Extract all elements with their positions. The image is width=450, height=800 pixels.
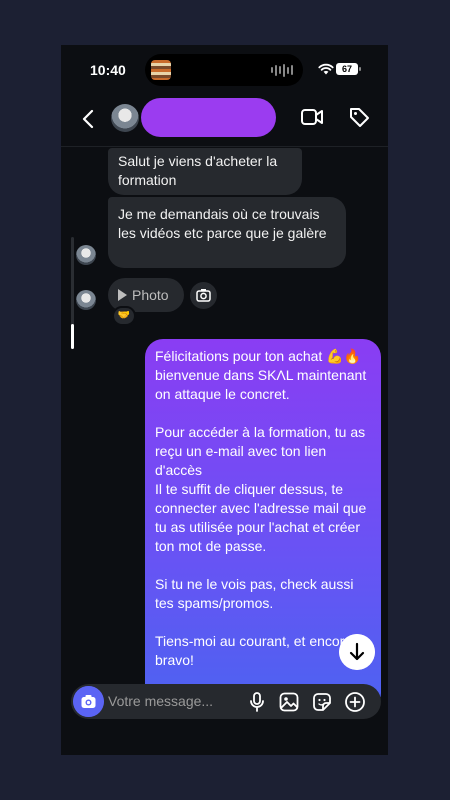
incoming-message[interactable]: Salut je viens d'acheter la formation <box>108 148 302 195</box>
chat-header <box>61 95 388 147</box>
video-camera-icon[interactable] <box>300 106 324 128</box>
incoming-message[interactable]: Je me demandais où ce trouvais les vidéo… <box>108 197 346 268</box>
contact-name-redacted[interactable] <box>141 98 276 137</box>
arrow-down-icon[interactable] <box>339 634 375 670</box>
message-input[interactable] <box>108 690 238 712</box>
scroll-thumb[interactable] <box>71 324 74 349</box>
dynamic-island[interactable] <box>145 54 303 86</box>
photo-label: Photo <box>132 287 169 303</box>
message-paragraph: Pour accéder à la formation, tu as reçu … <box>155 424 367 554</box>
chevron-left-icon[interactable] <box>79 107 99 131</box>
sender-avatar <box>76 245 96 265</box>
camera-icon[interactable] <box>190 282 217 309</box>
sticker-icon[interactable] <box>311 691 333 713</box>
battery-indicator: 67 <box>336 63 358 75</box>
wifi-icon <box>318 63 334 75</box>
status-time: 10:40 <box>90 62 126 78</box>
sender-avatar <box>76 290 96 310</box>
contact-avatar[interactable] <box>111 104 139 132</box>
tag-icon[interactable] <box>348 106 370 128</box>
battery-tip <box>359 67 361 71</box>
microphone-icon[interactable] <box>246 691 268 713</box>
camera-icon[interactable] <box>73 686 104 717</box>
phone-screen: 10:40 67 Salut je viens d'acheter la for… <box>61 45 388 755</box>
message-paragraph: Si tu ne le vois pas, check aussi tes sp… <box>155 576 354 611</box>
now-playing-artwork <box>151 60 171 80</box>
message-paragraph: Félicitations pour ton achat 💪🔥 bienvenu… <box>155 348 367 402</box>
audio-waveform-icon <box>271 63 293 77</box>
plus-circle-icon[interactable] <box>344 691 366 713</box>
image-icon[interactable] <box>278 691 300 713</box>
reaction-emoji[interactable]: 🤝 <box>112 306 136 326</box>
message-composer <box>71 684 381 719</box>
play-icon <box>118 289 127 301</box>
status-bar: 10:40 67 <box>61 45 388 95</box>
